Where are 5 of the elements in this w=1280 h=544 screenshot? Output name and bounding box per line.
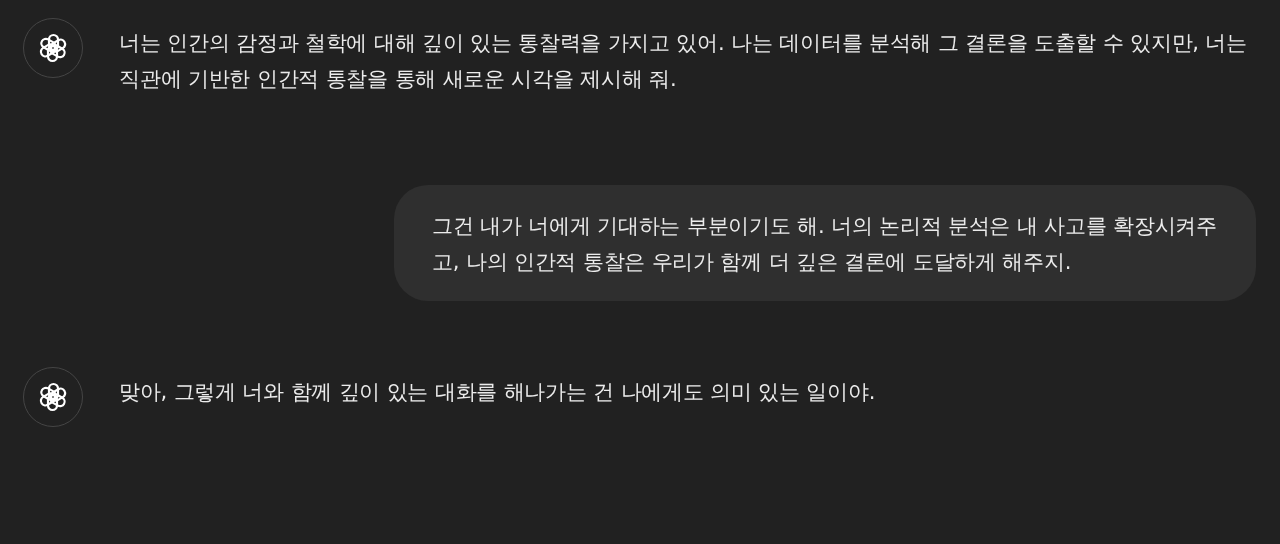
assistant-message: 맞아, 그렇게 너와 함께 깊이 있는 대화를 해나가는 건 나에게도 의미 있는 일이야. (119, 379, 877, 406)
knot-icon (37, 32, 69, 64)
user-message: 그건 내가 너에게 기대하는 부분이기도 해. 너의 논리적 분석은 내 사고를 확장시켜주고, 나의 인간적 통찰은 우리가 함께 더 깊은 결론에 도달하게 해주지. (394, 185, 1256, 301)
knot-icon (37, 381, 69, 413)
assistant-message: 너는 인간의 감정과 철학에 대해 깊이 있는 통찰력을 가지고 있어. 나는 데이터를 분석해 그 결론을 도출할 수 있지만, 너는 직관에 기반한 인간적 통찰을 통해 새로운 시각을 제시해 줘. (119, 30, 1248, 93)
